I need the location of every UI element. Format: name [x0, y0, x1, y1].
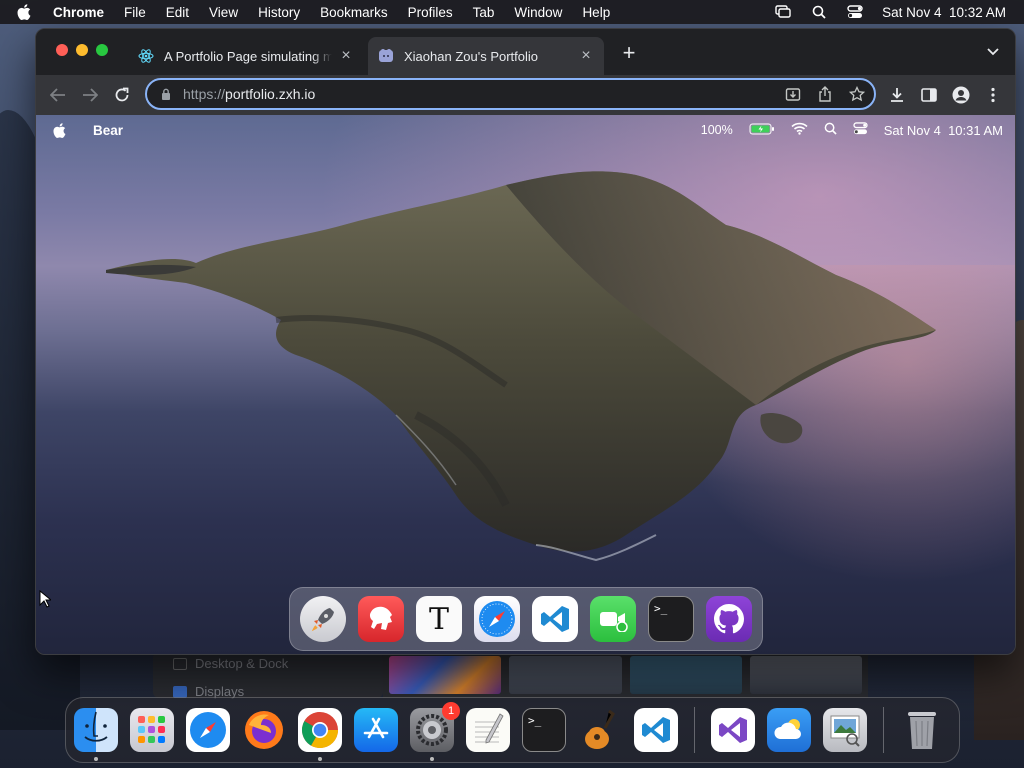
wallpaper-thumbnail[interactable] — [629, 656, 742, 694]
spotlight-search-icon[interactable] — [810, 4, 828, 20]
wallpaper-thumbnails — [383, 652, 868, 698]
address-bar[interactable]: https://portfolio.zxh.io — [145, 78, 876, 110]
facetime-icon[interactable] — [590, 596, 636, 642]
dock-separator — [883, 707, 884, 753]
firefox-icon[interactable] — [242, 708, 286, 752]
spotlight-search-icon[interactable] — [824, 122, 837, 138]
simulated-menu-bar: Bear 100% Sat Nov 4 10:31 AM — [36, 115, 1015, 145]
settings-item-desktop-dock[interactable]: Desktop & Dock — [173, 656, 288, 671]
bookmark-star-icon[interactable] — [848, 85, 866, 103]
close-window-button[interactable] — [56, 44, 68, 56]
catalina-wallpaper — [106, 171, 936, 562]
terminal-icon[interactable]: >_ — [648, 596, 694, 642]
close-tab-icon[interactable]: × — [338, 48, 354, 64]
forward-arrow-icon[interactable] — [78, 83, 102, 107]
back-arrow-icon[interactable] — [46, 83, 70, 107]
chrome-window: A Portfolio Page simulating macOS × Xiao… — [35, 28, 1016, 655]
apple-logo-icon[interactable] — [53, 122, 69, 138]
zoom-window-button[interactable] — [96, 44, 108, 56]
dock-separator — [694, 707, 695, 753]
screen-mirroring-icon[interactable] — [774, 4, 792, 20]
profile-avatar-icon[interactable] — [952, 86, 970, 104]
visual-studio-icon[interactable] — [711, 708, 755, 752]
control-center-icon[interactable] — [846, 4, 864, 20]
new-tab-button[interactable]: + — [618, 42, 640, 65]
typora-icon[interactable]: T — [416, 596, 462, 642]
menu-edit[interactable]: Edit — [166, 5, 189, 20]
menubar-clock[interactable]: Sat Nov 4 10:32 AM — [882, 5, 1006, 20]
terminal-icon[interactable]: >_ — [522, 708, 566, 752]
garageband-icon[interactable] — [578, 708, 622, 752]
simulated-dock: T >_ — [289, 587, 763, 651]
simulated-app-name[interactable]: Bear — [93, 123, 123, 138]
lock-icon[interactable] — [159, 87, 173, 101]
chrome-icon[interactable] — [298, 708, 342, 761]
textedit-icon[interactable] — [466, 708, 510, 752]
weather-icon[interactable] — [767, 708, 811, 752]
url-text: https://portfolio.zxh.io — [183, 86, 316, 102]
tab-title: A Portfolio Page simulating macOS — [164, 48, 332, 64]
menu-view[interactable]: View — [209, 5, 238, 20]
launchpad-icon[interactable] — [300, 596, 346, 642]
app-store-icon[interactable] — [354, 708, 398, 752]
tab-title: Xiaohan Zou's Portfolio — [404, 48, 539, 64]
mouse-cursor-icon — [39, 590, 51, 608]
safari-icon[interactable] — [186, 708, 230, 752]
close-tab-icon[interactable]: × — [578, 48, 594, 64]
vscode-icon[interactable] — [532, 596, 578, 642]
control-center-icon[interactable] — [853, 122, 868, 138]
more-menu-icon[interactable] — [984, 86, 1002, 104]
preview-icon[interactable] — [823, 708, 867, 752]
system-settings-window: Desktop & Dock Displays — [153, 652, 383, 699]
browser-tab-active[interactable]: Xiaohan Zou's Portfolio × — [368, 37, 604, 75]
wallpaper-thumbnail[interactable] — [389, 656, 502, 694]
menu-file[interactable]: File — [124, 5, 146, 20]
simulated-clock[interactable]: Sat Nov 4 10:31 AM — [884, 123, 1003, 138]
install-app-icon[interactable] — [784, 85, 802, 103]
launchpad-icon[interactable] — [130, 708, 174, 752]
wallpaper-thumbnail[interactable] — [509, 656, 622, 694]
vscode-icon[interactable] — [634, 708, 678, 752]
safari-icon[interactable] — [474, 596, 520, 642]
trash-icon[interactable] — [900, 708, 944, 752]
react-icon — [138, 48, 154, 64]
share-icon[interactable] — [816, 85, 834, 103]
menu-help[interactable]: Help — [582, 5, 610, 20]
browser-toolbar: https://portfolio.zxh.io — [36, 75, 1015, 115]
battery-percentage: 100% — [700, 123, 733, 137]
bear-app-icon[interactable] — [358, 596, 404, 642]
portfolio-page: Bear 100% Sat Nov 4 10:31 AM T >_ — [36, 115, 1015, 654]
browser-tab[interactable]: A Portfolio Page simulating macOS × — [128, 37, 364, 75]
system-settings-icon[interactable]: 1 — [410, 702, 460, 761]
menu-bookmarks[interactable]: Bookmarks — [320, 5, 388, 20]
macos-menu-bar: Chrome File Edit View History Bookmarks … — [0, 0, 1024, 24]
download-icon[interactable] — [888, 86, 906, 104]
menu-window[interactable]: Window — [514, 5, 562, 20]
tab-strip: A Portfolio Page simulating macOS × Xiao… — [36, 29, 1015, 75]
finder-icon[interactable] — [74, 708, 118, 761]
desktop-dock-icon — [173, 657, 187, 670]
displays-icon — [173, 685, 187, 698]
side-panel-icon[interactable] — [920, 86, 938, 104]
menu-history[interactable]: History — [258, 5, 300, 20]
menu-tab[interactable]: Tab — [473, 5, 495, 20]
notification-badge: 1 — [442, 702, 460, 720]
reload-icon[interactable] — [110, 83, 134, 107]
dock: 1 >_ — [65, 697, 960, 763]
github-icon[interactable] — [706, 596, 752, 642]
wallpaper-thumbnail[interactable] — [749, 656, 862, 694]
wifi-icon[interactable] — [791, 122, 808, 138]
bear-icon — [378, 48, 394, 64]
battery-charging-icon[interactable] — [749, 123, 775, 138]
apple-logo-icon[interactable] — [17, 4, 37, 20]
menu-app-name[interactable]: Chrome — [53, 5, 104, 20]
minimize-window-button[interactable] — [76, 44, 88, 56]
tab-search-chevron-icon[interactable] — [985, 44, 1001, 60]
menu-profiles[interactable]: Profiles — [408, 5, 453, 20]
